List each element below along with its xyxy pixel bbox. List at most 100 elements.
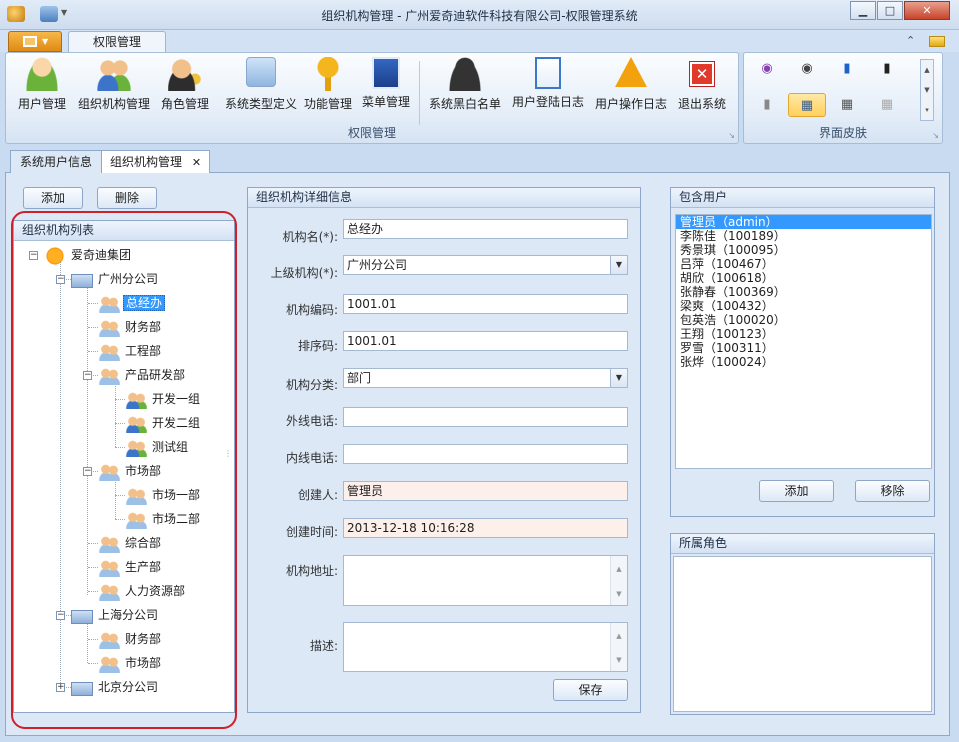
system-type-icon (246, 57, 276, 87)
org-category-label: 机构分类: (285, 378, 338, 392)
chevron-down-icon[interactable]: ▼ (610, 256, 627, 274)
role-list[interactable] (673, 556, 932, 712)
inner-phone-input[interactable] (343, 444, 628, 464)
roles-title: 所属角色 (671, 534, 934, 554)
remove-user-button[interactable]: 移除 (855, 480, 930, 502)
creator-input[interactable]: 管理员 (343, 481, 628, 501)
menu-manage-button[interactable]: 菜单管理 (358, 57, 414, 110)
ribbon-permission-panel: 用户管理 组织机构管理 角色管理 系统类型定义 功能管理 菜单管理 系统黑白名单… (5, 52, 739, 144)
tab-close-icon[interactable]: ✕ (192, 156, 201, 169)
user-list-item[interactable]: 李陈佳（100189） (676, 229, 931, 243)
skin-office-selected-icon[interactable]: ▦ (788, 93, 826, 117)
ribbon-tab-permission[interactable]: 权限管理 (68, 31, 166, 52)
user-list[interactable]: 管理员（admin） 李陈佳（100189） 秀景琪（100095） 吕萍（10046… (675, 214, 932, 469)
user-list-item[interactable]: 包英浩（100020） (676, 313, 931, 327)
exit-icon: ✕ (690, 62, 714, 86)
address-textarea[interactable]: ▲ ▼ (343, 555, 628, 606)
warning-icon (615, 57, 647, 87)
exit-system-button[interactable]: ✕ 退出系统 (674, 57, 730, 112)
chevron-down-icon[interactable]: ▼ (610, 369, 627, 387)
sort-code-input[interactable]: 1001.01 (343, 331, 628, 351)
tab-org-manage[interactable]: 组织机构管理 ✕ (101, 150, 210, 175)
login-log-button[interactable]: 用户登陆日志 (509, 57, 587, 110)
title-bar: ▼ 组织机构管理 - 广州爱奇迪软件科技有限公司-权限管理系统 ▁ □ ✕ (0, 0, 959, 30)
application-menu-button[interactable]: ▼ (8, 31, 62, 52)
user-list-item[interactable]: 梁爽（100432） (676, 299, 931, 313)
maximize-button[interactable]: □ (877, 1, 903, 20)
ribbon-group-label: 权限管理 (347, 126, 396, 140)
ribbon-separator (419, 61, 420, 125)
user-list-item[interactable]: 吕萍（100467） (676, 257, 931, 271)
user-list-item[interactable]: 罗雪（100311） (676, 341, 931, 355)
org-manage-button[interactable]: 组织机构管理 (74, 57, 154, 112)
window-title: 组织机构管理 - 广州爱奇迪软件科技有限公司-权限管理系统 (321, 9, 638, 23)
skin-vs-purple-icon[interactable]: ◉ (748, 57, 786, 81)
included-users-title: 包含用户 (671, 188, 934, 208)
role-key-icon (168, 57, 202, 91)
org-code-label: 机构编码: (285, 303, 338, 317)
org-detail-title: 组织机构详细信息 (248, 188, 640, 208)
skin-group-label: 界面皮肤 (818, 126, 867, 140)
role-manage-button[interactable]: 角色管理 (155, 57, 215, 112)
roles-panel: 所属角色 (670, 533, 935, 715)
skin-office-dark-icon[interactable]: ▦ (828, 93, 866, 117)
dialog-launcher-icon[interactable]: ↘ (728, 131, 735, 140)
sort-code-label: 排序码: (297, 339, 338, 353)
user-icon (25, 57, 59, 91)
outer-phone-input[interactable] (343, 407, 628, 427)
description-scrollbar[interactable]: ▲ ▼ (610, 623, 627, 671)
app-menu-icon (23, 36, 37, 47)
ribbon-skin-panel: ◉ ◉ ▮ ▮ ▮ ▦ ▦ ▦ ▲ ▼ ▾ 界面皮肤 ↘ (743, 52, 943, 144)
skin-gallery-scroll[interactable]: ▲ ▼ ▾ (920, 59, 934, 121)
close-window-button[interactable]: ✕ (904, 1, 950, 20)
system-type-button[interactable]: 系统类型定义 (217, 57, 305, 112)
save-button[interactable]: 保存 (553, 679, 628, 701)
org-category-select[interactable]: 部门 ▼ (343, 368, 628, 388)
user-list-item[interactable]: 张烨（100024） (676, 355, 931, 369)
key-icon (311, 57, 345, 91)
add-org-button[interactable]: 添加 (23, 187, 83, 209)
tab-system-user-info[interactable]: 系统用户信息 (10, 150, 102, 174)
org-manage-page: 添加 删除 组织机构列表 爱奇迪集团 − 广州分公司 − 总经办 财务部 工程部 产品研发部 −… (5, 173, 950, 736)
org-detail-panel: 组织机构详细信息 机构名(*): 总经办 上级机构(*): 广州分公司 ▼ 机构编… (247, 187, 641, 713)
creator-label: 创建人: (297, 488, 338, 502)
skin-office-silver-icon[interactable]: ▮ (748, 93, 786, 117)
add-user-button[interactable]: 添加 (759, 480, 834, 502)
user-list-item[interactable]: 张静春（100369） (676, 285, 931, 299)
description-label: 描述: (309, 639, 338, 653)
create-time-input[interactable]: 2013-12-18 10:16:28 (343, 518, 628, 538)
operation-log-button[interactable]: 用户操作日志 (592, 57, 670, 112)
users-group-icon (97, 57, 131, 91)
annotation-highlight (11, 211, 237, 729)
function-manage-button[interactable]: 功能管理 (300, 57, 356, 112)
user-list-item[interactable]: 胡欣（100618） (676, 271, 931, 285)
checklist-icon (535, 57, 561, 89)
skin-office-light-icon[interactable]: ▦ (868, 93, 906, 117)
blacklist-user-icon (448, 57, 482, 91)
org-code-input[interactable]: 1001.01 (343, 294, 628, 314)
skin-office-blue-icon[interactable]: ▮ (828, 57, 866, 81)
parent-org-select[interactable]: 广州分公司 ▼ (343, 255, 628, 275)
address-label: 机构地址: (285, 564, 338, 578)
outer-phone-label: 外线电话: (285, 414, 338, 428)
address-scrollbar[interactable]: ▲ ▼ (610, 556, 627, 605)
delete-org-button[interactable]: 删除 (97, 187, 157, 209)
skin-dialog-launcher-icon[interactable]: ↘ (932, 131, 939, 140)
document-tabs: 系统用户信息 组织机构管理 ✕ (5, 149, 950, 175)
blacklist-button[interactable]: 系统黑白名单 (426, 57, 504, 112)
skin-vs-dark-icon[interactable]: ◉ (788, 57, 826, 81)
mail-icon[interactable] (929, 36, 945, 47)
ribbon-tab-row: ▼ 权限管理 ⌃ (0, 30, 959, 52)
user-manage-button[interactable]: 用户管理 (11, 57, 73, 112)
user-list-item[interactable]: 王翔（100123） (676, 327, 931, 341)
user-list-item[interactable]: 管理员（admin） (676, 215, 931, 229)
org-name-input[interactable]: 总经办 (343, 219, 628, 239)
skin-office-black-icon[interactable]: ▮ (868, 57, 906, 81)
minimize-button[interactable]: ▁ (850, 1, 876, 20)
chevron-down-icon: ▼ (42, 37, 49, 46)
menu-icon (372, 57, 400, 89)
create-time-label: 创建时间: (285, 525, 338, 539)
description-textarea[interactable]: ▲ ▼ (343, 622, 628, 672)
user-list-item[interactable]: 秀景琪（100095） (676, 243, 931, 257)
ribbon-collapse-icon[interactable]: ⌃ (906, 34, 915, 47)
